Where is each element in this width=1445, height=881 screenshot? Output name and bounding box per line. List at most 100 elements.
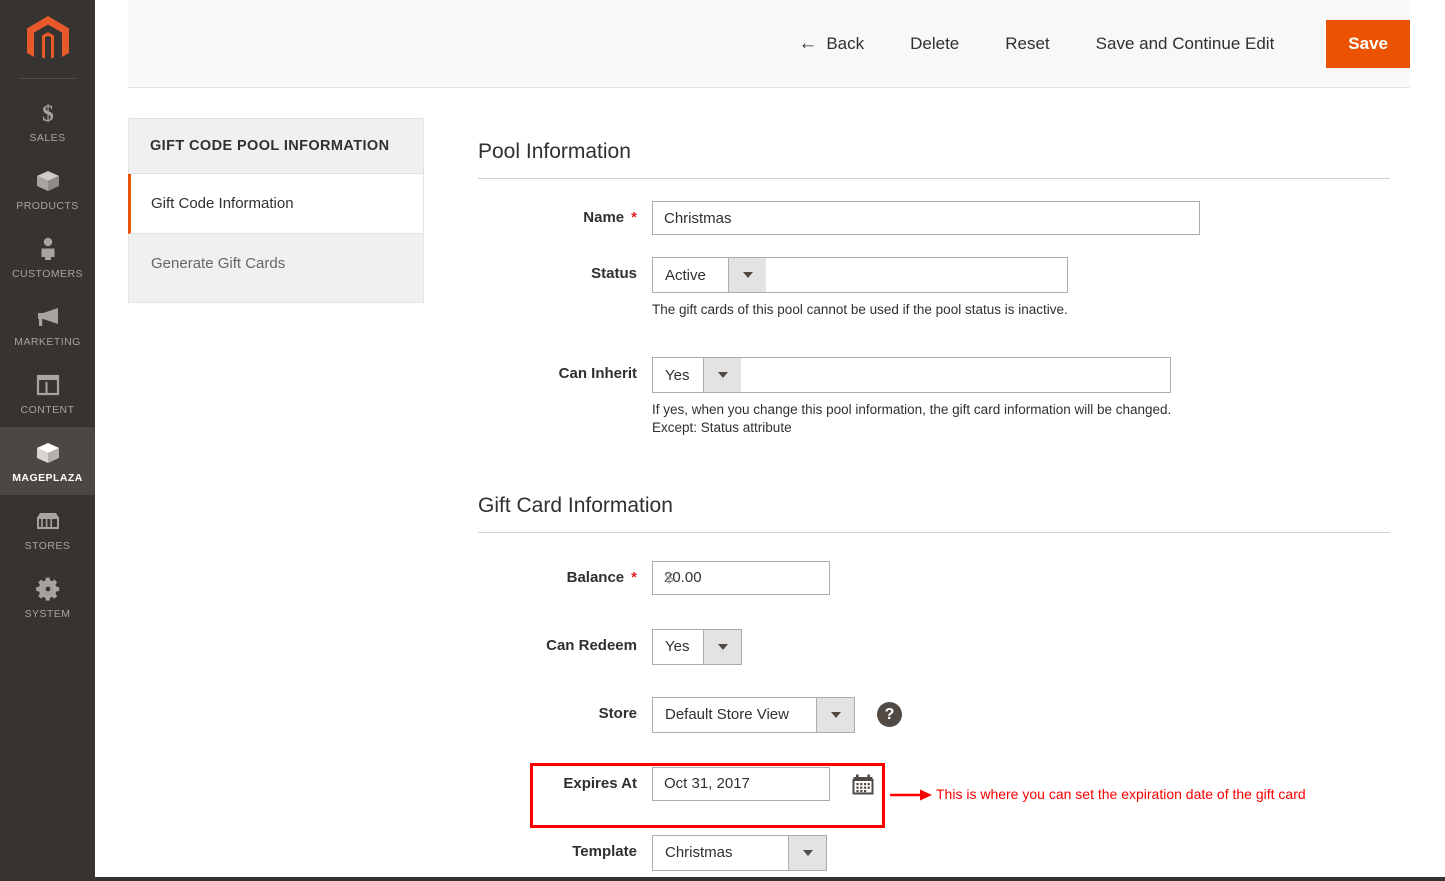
balance-input[interactable] [652,560,830,595]
chevron-down-icon [728,258,766,292]
reset-button[interactable]: Reset [982,34,1072,54]
sidebar-item-products[interactable]: PRODUCTS [0,155,95,223]
balance-input-wrap: $ [652,560,830,595]
sidebar-item-sales[interactable]: $ SALES [0,87,95,155]
field-row-name: Name * [478,201,1390,235]
sidebar-item-system[interactable]: SYSTEM [0,563,95,631]
bottom-bar [95,877,1445,881]
balance-label: Balance * [478,561,652,586]
field-row-balance: Balance * $ [478,560,1390,595]
can-inherit-label: Can Inherit [478,357,652,382]
section-title-pool-information: Pool Information [478,140,1390,179]
can-inherit-label-text: Can Inherit [558,365,637,383]
chevron-down-icon [703,629,741,664]
template-select[interactable]: Christmas [652,834,827,871]
sidebar-item-marketing[interactable]: MARKETING [0,291,95,359]
sidebar-item-label: CONTENT [20,403,75,416]
megaphone-icon [34,303,62,331]
can-inherit-select-value: Yes [665,366,690,384]
store-select-value: Default Store View [665,706,789,724]
balance-label-text: Balance [566,568,625,586]
panel-item-gift-code-information[interactable]: Gift Code Information [128,174,424,234]
save-button[interactable]: Save [1326,19,1410,68]
template-select-value: Christmas [665,844,733,862]
store-label: Store [478,697,652,722]
can-inherit-select[interactable]: Yes [652,357,1172,394]
can-redeem-label: Can Redeem [478,629,652,654]
status-control: Active The gift cards of this pool canno… [652,257,1068,319]
can-inherit-note-line1: If yes, when you change this pool inform… [652,402,1172,418]
field-row-can-redeem: Can Redeem Yes [478,628,1390,665]
dollar-icon: $ [34,99,62,127]
name-label-text: Name [583,209,625,226]
can-redeem-label-text: Can Redeem [546,636,637,654]
sidebar-item-mageplaza[interactable]: MAGEPLAZA [0,427,95,495]
store-control: Default Store View ? [652,696,902,733]
box-icon [34,439,62,467]
sidebar-item-label: STORES [24,539,71,552]
help-icon[interactable]: ? [877,702,902,728]
magento-logo[interactable] [0,0,95,78]
sidebar-item-customers[interactable]: CUSTOMERS [0,223,95,291]
arrow-left-icon: ← [798,33,818,54]
expires-at-label-text: Expires At [563,774,637,792]
name-control [652,201,1200,235]
field-row-template: Template Christmas [478,834,1390,871]
chevron-down-icon [703,358,741,393]
chevron-down-icon [816,697,854,732]
chevron-down-icon [788,835,826,870]
sidebar-item-label: SYSTEM [24,607,71,620]
gift-card-form: Pool Information Name * Status Active Th… [478,140,1390,871]
required-asterisk: * [631,209,637,226]
person-icon [34,235,62,263]
save-and-continue-edit-button[interactable]: Save and Continue Edit [1073,34,1298,54]
status-label: Status [478,257,652,282]
can-redeem-select-value: Yes [665,638,690,656]
template-control: Christmas [652,834,827,871]
sidebar-item-label: PRODUCTS [16,199,79,212]
section-title-gift-card-information: Gift Card Information [478,494,1390,533]
can-inherit-control: Yes If yes, when you change this pool in… [652,357,1172,437]
field-row-expires-at: Expires At [478,766,1390,801]
back-button-label: Back [826,33,865,53]
panel-item-label: Generate Gift Cards [151,255,286,272]
name-label: Name * [478,201,652,226]
sidebar-item-stores[interactable]: STORES [0,495,95,563]
page-actions-toolbar: ← Back Delete Reset Save and Continue Ed… [128,0,1410,88]
store-line: Default Store View ? [652,696,902,733]
status-select-value: Active [665,266,706,284]
sidebar-divider [20,78,75,79]
panel-item-generate-gift-cards[interactable]: Generate Gift Cards [128,234,424,303]
expires-at-input[interactable] [652,766,830,801]
calendar-icon[interactable] [852,773,874,795]
sidebar-item-label: SALES [29,131,66,144]
store-select[interactable]: Default Store View [652,696,855,733]
panel-item-label: Gift Code Information [151,195,294,212]
magento-admin-page: $ SALES PRODUCTS CUSTOMERS MARKETING CON… [0,0,1445,881]
template-label: Template [478,835,652,860]
box-icon [34,167,62,195]
storefront-icon [34,507,62,535]
delete-button[interactable]: Delete [887,34,982,54]
panel-title: GIFT CODE POOL INFORMATION [128,118,424,174]
field-row-store: Store Default Store View ? [478,696,1390,733]
field-row-can-inherit: Can Inherit Yes If yes, when you change … [478,357,1390,437]
toolbar-buttons: ← Back Delete Reset Save and Continue Ed… [772,19,1410,68]
required-asterisk: * [631,568,637,586]
can-redeem-control: Yes [652,628,742,665]
store-label-text: Store [598,704,637,722]
can-inherit-note-line2: Except: Status attribute [652,420,792,436]
field-row-status: Status Active The gift cards of this poo… [478,257,1390,319]
sidebar-item-label: CUSTOMERS [12,267,83,280]
sidebar-item-label: MARKETING [14,335,81,348]
name-input[interactable] [652,201,1200,235]
can-redeem-select[interactable]: Yes [652,628,742,665]
status-select[interactable]: Active [652,257,1068,293]
admin-sidebar: $ SALES PRODUCTS CUSTOMERS MARKETING CON… [0,0,95,881]
sidebar-item-content[interactable]: CONTENT [0,359,95,427]
template-label-text: Template [572,842,637,860]
gift-code-pool-panel: GIFT CODE POOL INFORMATION Gift Code Inf… [128,118,424,303]
back-button[interactable]: ← Back [772,34,887,54]
expires-at-control [652,766,874,801]
